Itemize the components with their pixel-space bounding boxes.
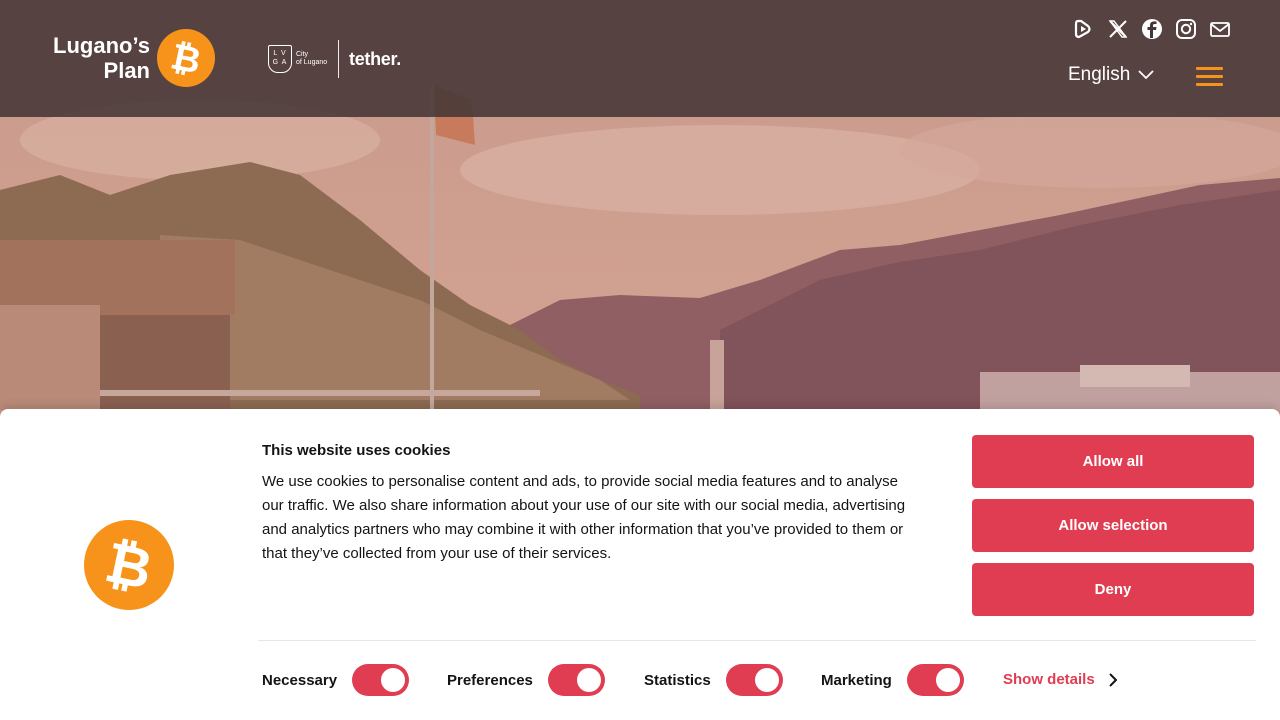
mail-icon[interactable]	[1209, 18, 1231, 40]
marketing-switch[interactable]	[906, 664, 964, 696]
toggle-necessary: Necessary	[262, 664, 410, 696]
statistics-switch[interactable]	[725, 664, 783, 696]
chevron-right-icon	[1108, 672, 1117, 687]
cookie-consent-banner: ₿ This website uses cookies We use cooki…	[0, 409, 1280, 720]
partner-divider	[338, 40, 339, 78]
toggle-statistics: Statistics	[644, 664, 783, 696]
city-of-lugano-text: City of Lugano	[296, 51, 330, 67]
bitcoin-logo-icon: ₿	[84, 520, 174, 610]
menu-hamburger-icon[interactable]	[1196, 66, 1224, 88]
toggle-label: Statistics	[644, 671, 711, 689]
cookie-divider	[258, 640, 1256, 641]
lvga-logo: L V G A	[268, 45, 292, 73]
language-label: English	[1068, 64, 1131, 85]
logo-text-line1: Lugano’s	[53, 33, 150, 58]
allow-all-button[interactable]: Allow all	[972, 435, 1254, 488]
logo-wordmark[interactable]: Lugano’s Plan	[48, 33, 150, 83]
x-icon[interactable]	[1107, 18, 1129, 40]
svg-text:₿: ₿	[100, 530, 158, 601]
language-selector[interactable]: English	[1068, 64, 1154, 86]
rumble-icon[interactable]	[1073, 18, 1095, 40]
toggle-label: Preferences	[447, 671, 533, 689]
partner-logos: L V G A City of Lugano tether.	[268, 40, 401, 78]
toggle-marketing: Marketing	[821, 664, 964, 696]
chevron-down-icon	[1138, 70, 1154, 80]
facebook-icon[interactable]	[1141, 18, 1163, 40]
show-details-label: Show details	[1003, 671, 1095, 688]
preferences-switch[interactable]	[547, 664, 605, 696]
toggle-label: Marketing	[821, 671, 892, 689]
cookie-title: This website uses cookies	[262, 442, 451, 459]
toggle-label: Necessary	[262, 671, 338, 689]
cookie-description: We use cookies to personalise content an…	[262, 473, 906, 562]
show-details-link[interactable]: Show details	[1003, 671, 1117, 688]
instagram-icon[interactable]	[1175, 18, 1197, 40]
site-header: Lugano’s Plan ₿ L V G A City of Lugano t…	[0, 0, 1280, 117]
svg-text:₿: ₿	[167, 35, 204, 81]
social-links	[1073, 18, 1231, 40]
logo-text-line2: Plan	[103, 58, 150, 83]
tether-logo: tether.	[349, 48, 401, 69]
necessary-switch[interactable]	[352, 664, 410, 696]
city-line2: of Lugano	[296, 59, 328, 66]
deny-button[interactable]: Deny	[972, 563, 1254, 616]
city-line1: City	[296, 51, 309, 58]
bitcoin-logo-icon[interactable]: ₿	[157, 29, 215, 87]
toggle-preferences: Preferences	[447, 664, 605, 696]
allow-selection-button[interactable]: Allow selection	[972, 499, 1254, 552]
